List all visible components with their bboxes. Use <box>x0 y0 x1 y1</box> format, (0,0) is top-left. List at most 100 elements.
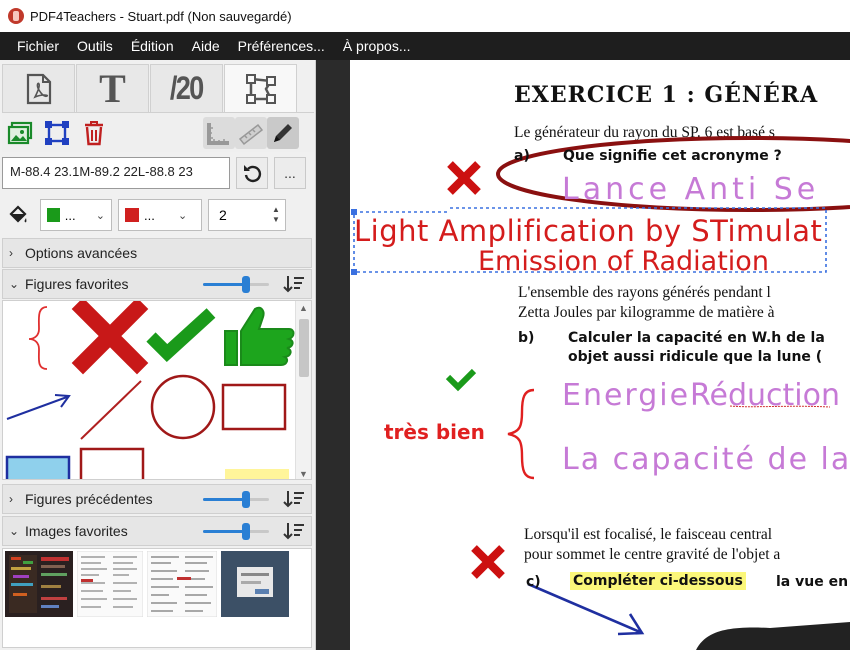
slider-knob[interactable] <box>241 491 250 508</box>
undo-icon <box>244 165 262 183</box>
sort-icon[interactable] <box>283 274 305 294</box>
highlighted-text[interactable]: Compléter ci-dessous <box>570 572 746 590</box>
favorites-scrollbar[interactable]: ▲ ▼ <box>295 301 311 479</box>
image-thumbnail[interactable] <box>5 551 73 617</box>
menu-outils[interactable]: Outils <box>68 32 122 60</box>
ruler-button[interactable] <box>203 116 235 149</box>
favorite-images-label: Images favorites <box>25 523 128 539</box>
add-image-button[interactable] <box>4 117 36 149</box>
slider-knob[interactable] <box>241 523 250 540</box>
tab-grades[interactable]: /20 <box>150 64 223 112</box>
brace-annotation[interactable] <box>507 388 535 480</box>
handwritten-answer[interactable]: La capacité de la <box>562 442 850 477</box>
scroll-thumb[interactable] <box>299 319 309 377</box>
pdf-file-icon <box>26 73 51 104</box>
blue-filled-rectangle-figure[interactable] <box>5 455 71 480</box>
image-thumbnail[interactable] <box>77 551 143 617</box>
previous-size-slider[interactable] <box>203 489 269 509</box>
slider-knob[interactable] <box>241 276 250 293</box>
title-bar: PDF4Teachers - Stuart.pdf (Non sauvegard… <box>0 0 850 32</box>
spinner-arrows[interactable]: ▲ ▼ <box>267 205 285 225</box>
delete-button[interactable] <box>78 117 110 149</box>
tab-vector[interactable] <box>224 64 297 112</box>
advanced-options-header[interactable]: › Options avancées <box>2 238 312 268</box>
tres-bien-annotation[interactable]: très bien <box>384 420 485 444</box>
app-logo-icon <box>8 8 24 24</box>
menu-edition[interactable]: Édition <box>122 32 183 60</box>
handwritten-answer[interactable]: Emission of Radiation <box>478 246 769 277</box>
panel-separator[interactable] <box>316 60 350 650</box>
figure-silhouette <box>696 622 850 650</box>
arrow-annotation[interactable] <box>527 582 645 636</box>
spin-down-icon[interactable]: ▼ <box>272 215 280 225</box>
stroke-color-label: ... <box>144 207 155 223</box>
stroke-color-select[interactable]: ... ⌄ <box>118 199 202 231</box>
red-cross-annotation[interactable] <box>447 161 481 195</box>
handwritten-answer[interactable]: Energie <box>562 378 690 413</box>
menu-a-propos[interactable]: À propos... <box>334 32 420 60</box>
scroll-up-icon[interactable]: ▲ <box>299 303 308 313</box>
favorites-header[interactable]: ⌄ Figures favorites <box>2 269 312 299</box>
advanced-options-label: Options avancées <box>25 245 138 261</box>
image-thumbnail[interactable] <box>221 551 289 617</box>
doc-line: L'ensemble des rayons générés pendant l <box>518 284 771 301</box>
menu-preferences[interactable]: Préférences... <box>229 32 334 60</box>
vector-select-button[interactable] <box>41 117 73 149</box>
fill-toggle-button[interactable] <box>2 199 34 231</box>
red-rectangle-figure[interactable] <box>79 447 145 480</box>
brace-figure[interactable] <box>28 306 48 370</box>
red-cross-figure[interactable] <box>71 301 149 375</box>
undo-button[interactable] <box>236 157 268 189</box>
style-row: ... ⌄ ... ⌄ 2 ▲ ▼ <box>2 196 314 234</box>
previous-figures-header[interactable]: › Figures précédentes <box>2 484 312 514</box>
green-check-annotation[interactable] <box>445 368 477 392</box>
sort-icon[interactable] <box>283 521 305 541</box>
images-size-slider[interactable] <box>203 521 269 541</box>
question-b-text: objet aussi ridicule que la lune ( <box>568 349 823 365</box>
measure-button[interactable] <box>235 116 267 149</box>
more-button[interactable]: ... <box>274 157 306 189</box>
favorite-images-header[interactable]: ⌄ Images favorites <box>2 516 312 546</box>
spin-up-icon[interactable]: ▲ <box>272 205 280 215</box>
tab-pdf[interactable] <box>2 64 75 112</box>
red-cross-annotation[interactable] <box>471 545 505 579</box>
menu-bar: Fichier Outils Édition Aide Préférences.… <box>0 32 850 60</box>
handwritten-answer[interactable]: Light Amplification by STimulat <box>354 214 822 248</box>
question-a-label: a) <box>514 148 530 164</box>
handwritten-answer[interactable]: Réduction L <box>690 378 850 413</box>
menu-fichier[interactable]: Fichier <box>8 32 68 60</box>
question-b-text: Calculer la capacité en W.h de la <box>568 330 825 346</box>
arrow-figure[interactable] <box>6 394 71 420</box>
measure-icon <box>238 123 264 145</box>
handwritten-answer[interactable]: Lance Anti Se <box>562 172 819 207</box>
menu-aide[interactable]: Aide <box>183 32 229 60</box>
fill-color-select[interactable]: ... ⌄ <box>40 199 112 231</box>
pen-button[interactable] <box>267 116 299 149</box>
sidebar: T /20 M-88.4 23.1M-89.2 22L-88.8 23 ... … <box>0 60 316 650</box>
image-thumbnail[interactable] <box>147 551 217 617</box>
chevron-down-icon: ⌄ <box>9 524 20 538</box>
selection-handle[interactable] <box>351 269 357 275</box>
doc-line: Lorsqu'il est focalisé, le faisceau cent… <box>524 526 773 543</box>
question-b-label: b) <box>518 330 535 346</box>
sort-icon[interactable] <box>283 489 305 509</box>
scroll-down-icon[interactable]: ▼ <box>299 469 308 479</box>
chevron-down-icon: ⌄ <box>9 277 20 291</box>
rectangle-figure[interactable] <box>221 383 287 431</box>
vector-toolbar <box>2 112 314 152</box>
stroke-color-swatch <box>125 208 139 222</box>
tab-text[interactable]: T <box>76 64 149 112</box>
thumbs-up-figure[interactable] <box>224 306 295 366</box>
favorites-size-slider[interactable] <box>203 274 269 294</box>
yellow-highlight-figure[interactable] <box>225 469 289 480</box>
pen-icon <box>274 123 292 142</box>
stroke-width-spinner[interactable]: 2 ▲ ▼ <box>208 199 286 231</box>
chevron-down-icon: ⌄ <box>178 209 188 222</box>
question-c-label: c) <box>526 574 541 590</box>
line-figure[interactable] <box>80 380 142 440</box>
pdf-document-view[interactable]: EXERCICE 1 : GÉNÉRA Le générateur du ray… <box>350 60 850 650</box>
green-check-figure[interactable] <box>146 308 216 362</box>
svg-path-input[interactable]: M-88.4 23.1M-89.2 22L-88.8 23 <box>2 157 230 189</box>
favorite-images-panel <box>2 548 312 648</box>
circle-figure[interactable] <box>150 374 216 440</box>
